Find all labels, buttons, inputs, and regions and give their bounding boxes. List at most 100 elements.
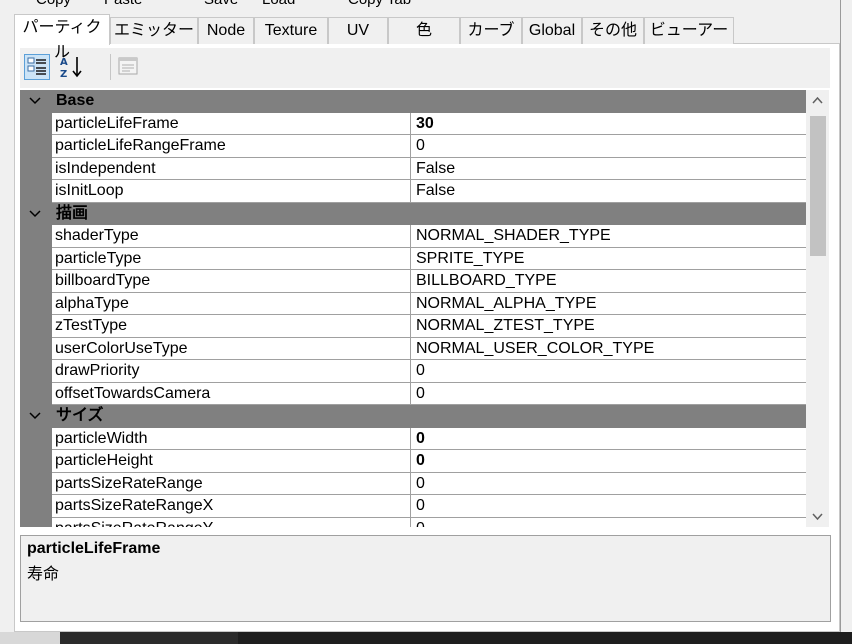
menu-save[interactable]: Save [204, 0, 238, 8]
property-row-partsSizeRateRangeY[interactable]: partsSizeRateRangeY 0 [20, 517, 806, 527]
row-margin [20, 517, 52, 527]
row-margin [20, 495, 52, 518]
chevron-down-icon[interactable] [26, 92, 44, 110]
property-value[interactable]: False [411, 180, 806, 203]
categorized-icon [27, 57, 46, 75]
property-pages-button[interactable] [116, 54, 142, 80]
property-value[interactable]: 0 [411, 517, 806, 527]
property-grid: Base particleLifeFrame 30 particleLifeRa… [20, 90, 806, 527]
property-value[interactable]: NORMAL_ZTEST_TYPE [411, 315, 806, 338]
row-margin [20, 382, 52, 405]
chevron-down-icon[interactable] [26, 205, 44, 223]
svg-text:Z: Z [60, 69, 67, 80]
property-name[interactable]: particleLifeRangeFrame [52, 135, 411, 158]
row-margin [20, 270, 52, 293]
property-name[interactable]: zTestType [52, 315, 411, 338]
description-text: 寿命 [27, 566, 60, 583]
property-row-billboardType[interactable]: billboardType BILLBOARD_TYPE [20, 270, 806, 293]
row-margin [20, 180, 52, 203]
property-value[interactable]: 0 [411, 135, 806, 158]
bottom-edge-light [0, 632, 60, 644]
property-value[interactable]: 0 [411, 495, 806, 518]
property-value[interactable]: 30 [411, 112, 806, 135]
property-row-isIndependent[interactable]: isIndependent False [20, 157, 806, 180]
property-name[interactable]: alphaType [52, 292, 411, 315]
property-value[interactable]: False [411, 157, 806, 180]
menu-copy[interactable]: Copy [36, 0, 71, 8]
tab-global[interactable]: Global [522, 17, 582, 44]
tab-texture[interactable]: Texture [254, 17, 328, 44]
description-pane: particleLifeFrame 寿命 [20, 535, 831, 622]
scroll-up-icon[interactable] [806, 90, 829, 112]
property-name[interactable]: particleLifeFrame [52, 112, 411, 135]
row-margin [20, 450, 52, 473]
tab-color[interactable]: 色 [388, 17, 460, 44]
property-name[interactable]: drawPriority [52, 360, 411, 383]
property-name[interactable]: particleWidth [52, 427, 411, 450]
tab-other[interactable]: その他 [582, 17, 644, 44]
category-size[interactable]: サイズ [20, 405, 806, 428]
property-row-particleLifeRangeFrame[interactable]: particleLifeRangeFrame 0 [20, 135, 806, 158]
property-name[interactable]: partsSizeRateRange [52, 472, 411, 495]
scrollbar-thumb[interactable] [810, 116, 826, 256]
tab-node[interactable]: Node [198, 17, 254, 44]
property-name[interactable]: particleType [52, 247, 411, 270]
tab-viewer[interactable]: ビューアー [644, 17, 734, 44]
property-row-offsetTowardsCamera[interactable]: offsetTowardsCamera 0 [20, 382, 806, 405]
property-row-isInitLoop[interactable]: isInitLoop False [20, 180, 806, 203]
property-value[interactable]: NORMAL_SHADER_TYPE [411, 225, 806, 248]
property-name[interactable]: partsSizeRateRangeY [52, 517, 411, 527]
row-margin [20, 337, 52, 360]
menu-paste[interactable]: Paste [104, 0, 142, 8]
row-margin [20, 472, 52, 495]
property-name[interactable]: userColorUseType [52, 337, 411, 360]
property-name[interactable]: offsetTowardsCamera [52, 382, 411, 405]
property-grid-toolbar: A Z [20, 48, 830, 88]
property-value[interactable]: 0 [411, 427, 806, 450]
property-row-shaderType[interactable]: shaderType NORMAL_SHADER_TYPE [20, 225, 806, 248]
property-name[interactable]: shaderType [52, 225, 411, 248]
menu-load[interactable]: Load [262, 0, 295, 8]
property-value[interactable]: NORMAL_USER_COLOR_TYPE [411, 337, 806, 360]
property-value[interactable]: NORMAL_ALPHA_TYPE [411, 292, 806, 315]
property-value[interactable]: 0 [411, 450, 806, 473]
row-margin [20, 157, 52, 180]
property-value[interactable]: 0 [411, 382, 806, 405]
property-value[interactable]: 0 [411, 472, 806, 495]
property-row-alphaType[interactable]: alphaType NORMAL_ALPHA_TYPE [20, 292, 806, 315]
top-menu-strip: Copy Paste Save Load Copy Tab [0, 0, 840, 9]
row-margin [20, 360, 52, 383]
property-name[interactable]: billboardType [52, 270, 411, 293]
property-row-particleWidth[interactable]: particleWidth 0 [20, 427, 806, 450]
property-row-drawPriority[interactable]: drawPriority 0 [20, 360, 806, 383]
scroll-down-icon[interactable] [806, 505, 829, 527]
property-value[interactable]: 0 [411, 360, 806, 383]
vertical-scrollbar[interactable] [806, 90, 829, 527]
tab-particle[interactable]: パーティクル [14, 14, 110, 61]
property-row-particleLifeFrame[interactable]: particleLifeFrame 30 [20, 112, 806, 135]
property-name[interactable]: isIndependent [52, 157, 411, 180]
property-value[interactable]: SPRITE_TYPE [411, 247, 806, 270]
chevron-down-icon[interactable] [26, 407, 44, 425]
property-row-userColorUseType[interactable]: userColorUseType NORMAL_USER_COLOR_TYPE [20, 337, 806, 360]
property-row-particleHeight[interactable]: particleHeight 0 [20, 450, 806, 473]
property-name[interactable]: isInitLoop [52, 180, 411, 203]
tab-curve[interactable]: カーブ [460, 17, 522, 44]
categorized-button[interactable] [24, 54, 50, 80]
property-pages-icon [118, 57, 138, 75]
property-name[interactable]: particleHeight [52, 450, 411, 473]
category-base[interactable]: Base [20, 90, 806, 113]
property-name[interactable]: partsSizeRateRangeX [52, 495, 411, 518]
property-row-partsSizeRateRangeX[interactable]: partsSizeRateRangeX 0 [20, 495, 806, 518]
property-row-particleType[interactable]: particleType SPRITE_TYPE [20, 247, 806, 270]
menu-copy-tab[interactable]: Copy Tab [348, 0, 411, 8]
property-row-partsSizeRateRange[interactable]: partsSizeRateRange 0 [20, 472, 806, 495]
category-drawing[interactable]: 描画 [20, 202, 806, 225]
window-edge [840, 0, 852, 644]
property-row-zTestType[interactable]: zTestType NORMAL_ZTEST_TYPE [20, 315, 806, 338]
property-value[interactable]: BILLBOARD_TYPE [411, 270, 806, 293]
tab-emitter[interactable]: エミッター [110, 17, 198, 44]
bottom-edge [0, 632, 852, 644]
tab-uv[interactable]: UV [328, 17, 388, 44]
row-margin [20, 225, 52, 248]
